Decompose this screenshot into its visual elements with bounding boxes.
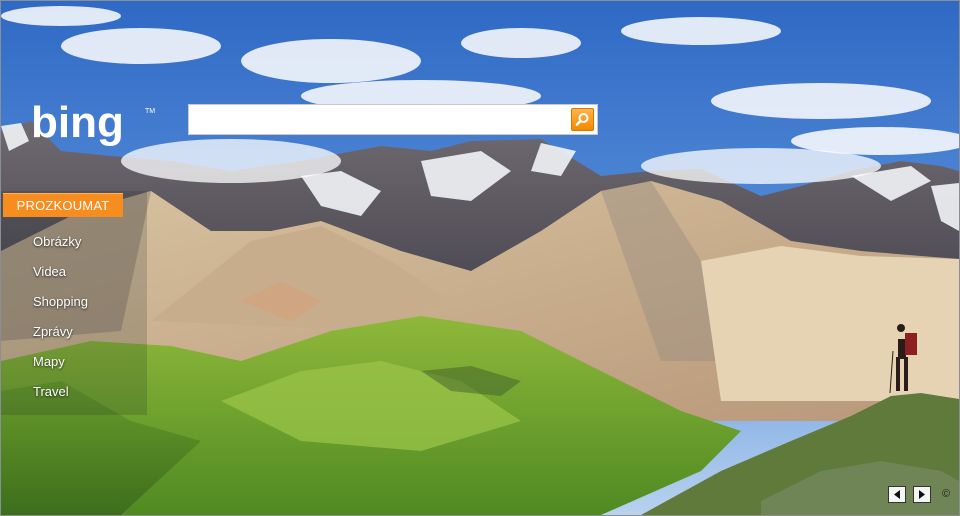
bing-logo-text: bing	[31, 99, 124, 147]
nav-item-shopping[interactable]: Shopping	[33, 287, 88, 317]
next-image-icon	[919, 490, 925, 499]
copyright-info[interactable]: ©	[939, 486, 953, 503]
explore-header: PROZKOUMAT	[3, 193, 123, 217]
search-box	[188, 104, 598, 135]
bing-logo-image: bing TM	[31, 98, 155, 147]
next-image-button[interactable]	[913, 486, 931, 503]
bing-homepage: bing TM PROZKOUMAT Obrázky Videa Shoppin…	[0, 0, 960, 516]
nav-item-images[interactable]: Obrázky	[33, 227, 88, 257]
nav-item-maps[interactable]: Mapy	[33, 347, 88, 377]
bing-logo[interactable]: bing TM	[29, 98, 159, 152]
explore-nav: Obrázky Videa Shopping Zprávy Mapy Trave…	[33, 227, 88, 407]
nav-item-videos[interactable]: Videa	[33, 257, 88, 287]
nav-item-travel[interactable]: Travel	[33, 377, 88, 407]
search-icon	[575, 113, 589, 126]
nav-item-news[interactable]: Zprávy	[33, 317, 88, 347]
trademark-mark: TM	[145, 108, 155, 115]
search-button[interactable]	[571, 108, 594, 131]
previous-image-icon	[894, 490, 900, 499]
search-input[interactable]	[193, 108, 563, 131]
previous-image-button[interactable]	[888, 486, 906, 503]
